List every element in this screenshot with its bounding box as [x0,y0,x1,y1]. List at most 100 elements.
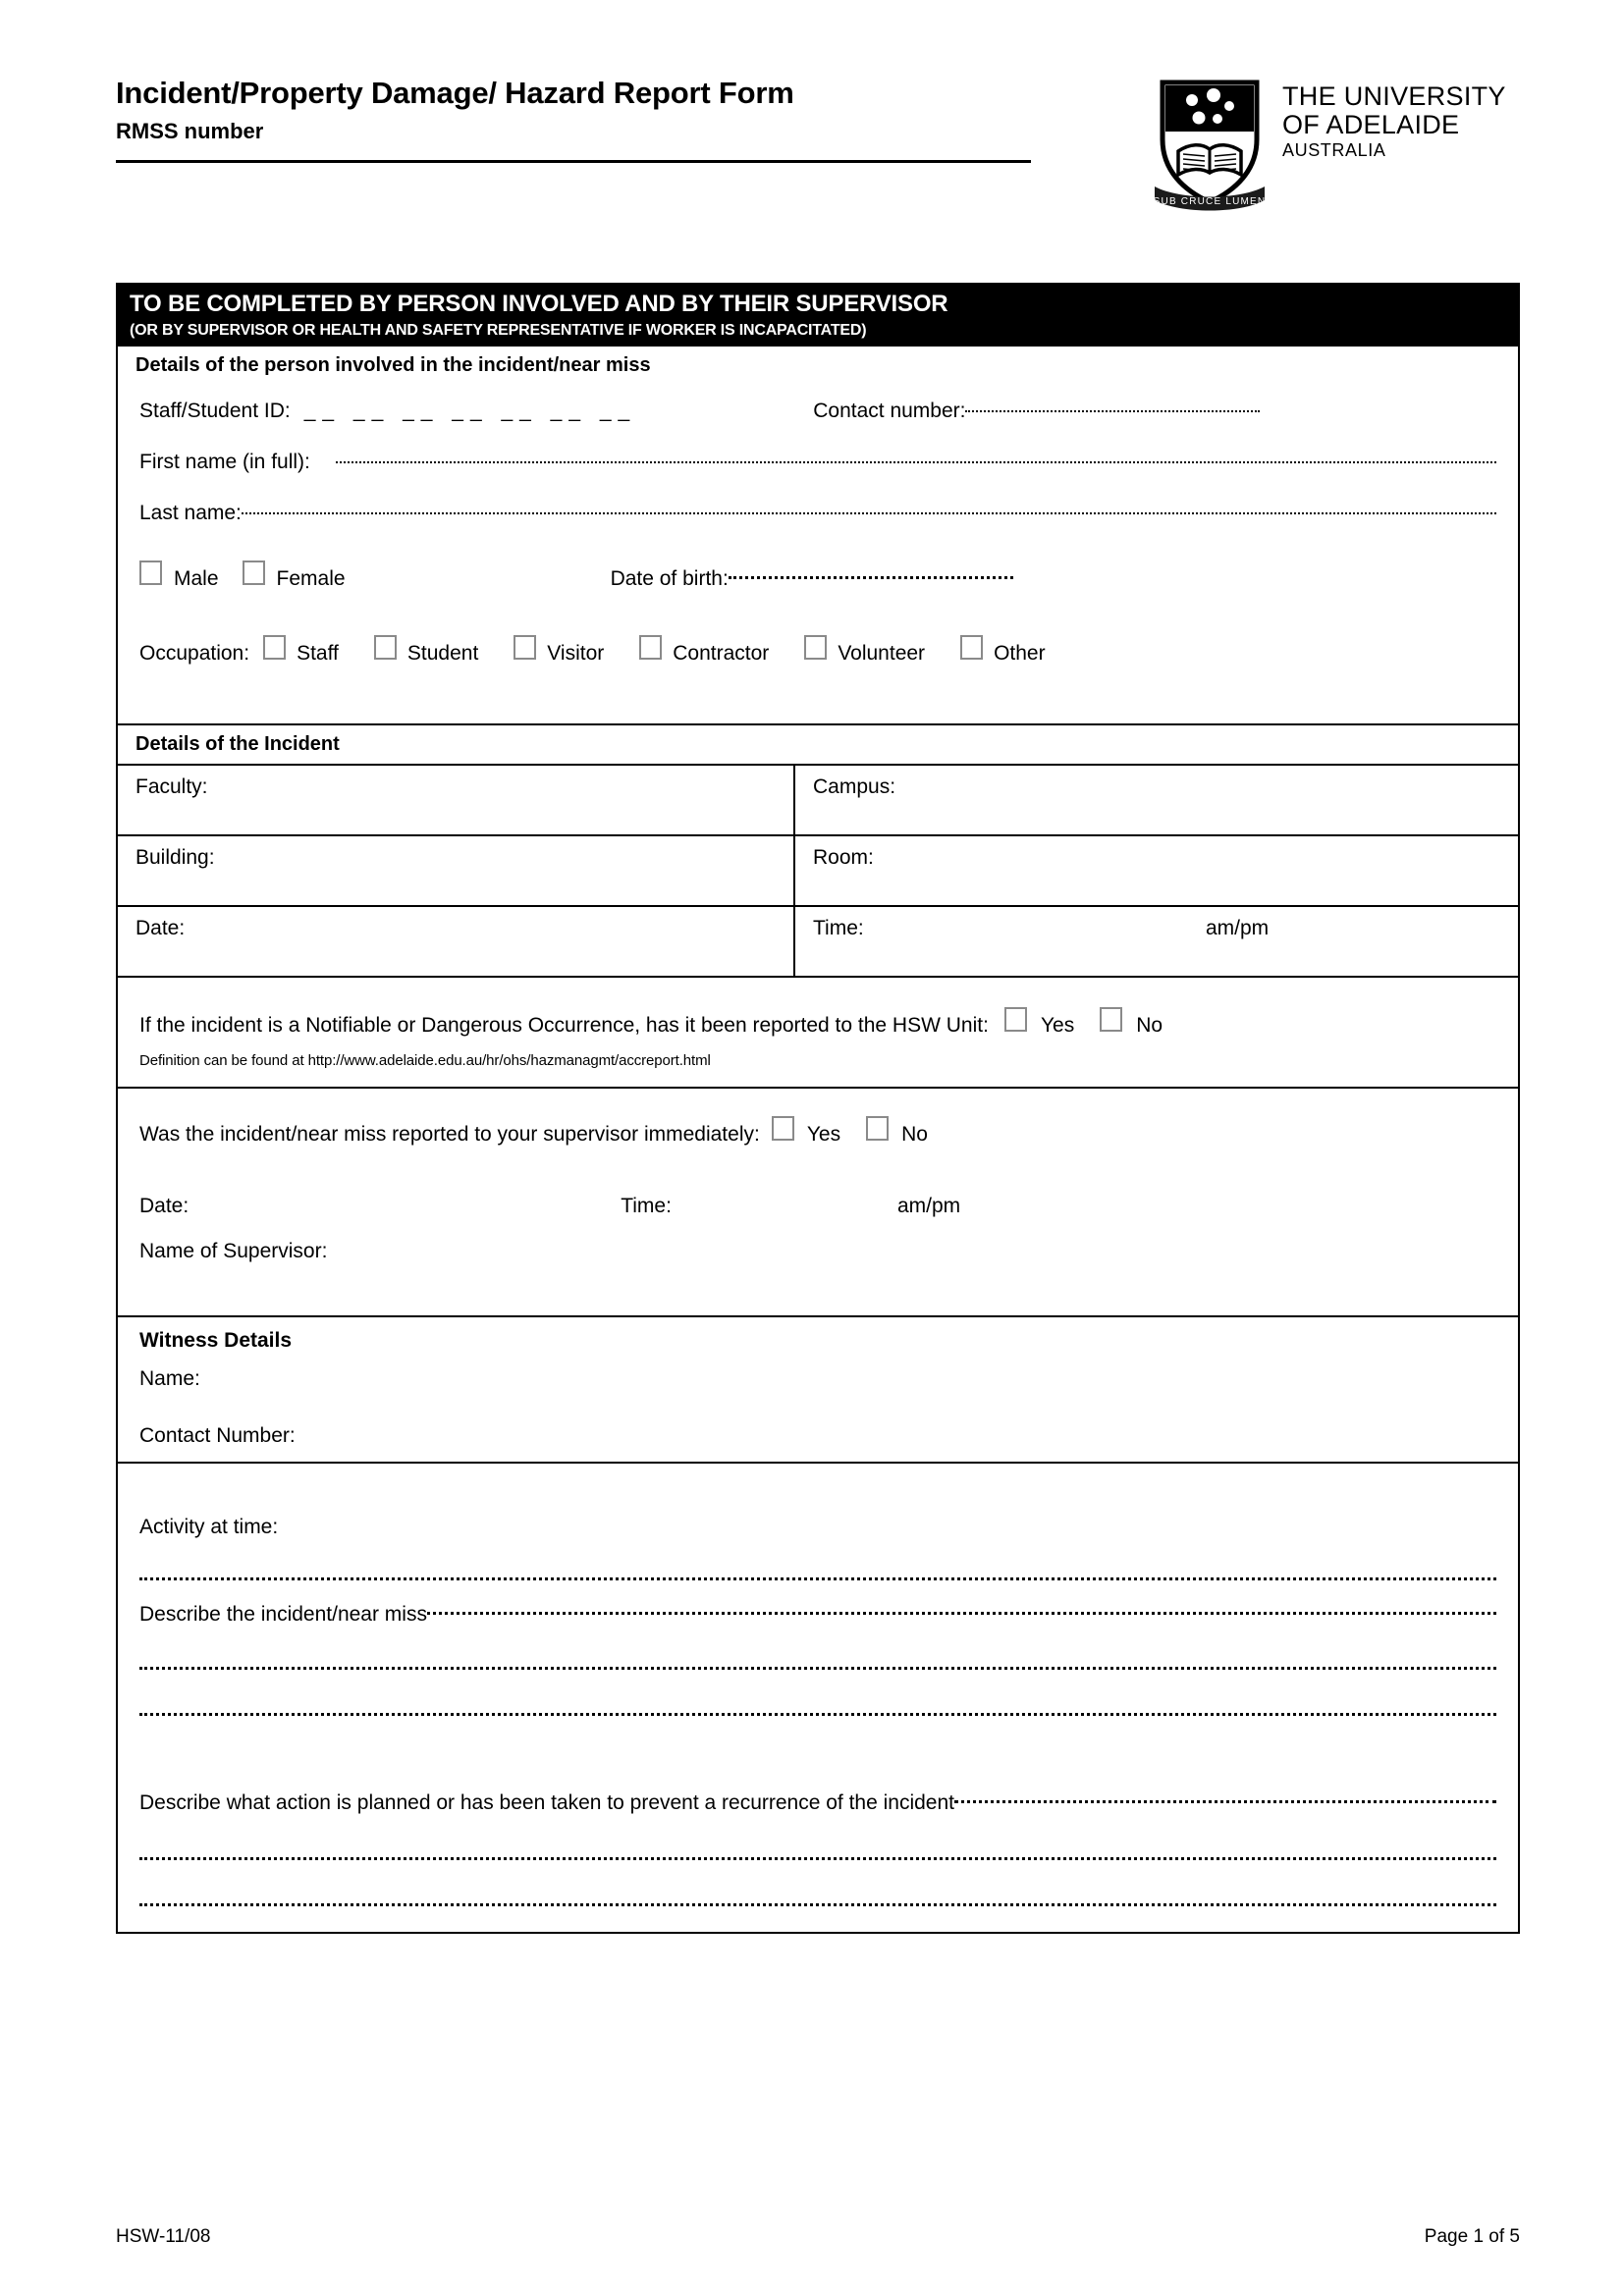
describe-incident-label: Describe the incident/near miss [139,1602,427,1626]
supervisor-name-row[interactable]: Name of Supervisor: [139,1239,1496,1264]
staff-id-row: Staff/Student ID: __ __ __ __ __ __ __ C… [139,399,1496,424]
notifiable-definition-note: Definition can be found at http://www.ad… [139,1052,711,1070]
building-cell[interactable]: Building: [118,836,795,906]
describe-incident-row: Describe the incident/near miss [139,1602,1496,1628]
faculty-label: Faculty: [135,775,208,799]
first-name-row: First name (in full): [139,450,1496,475]
witness-details-section: Witness Details Name: Contact Number: [116,1317,1520,1464]
contact-number-input[interactable] [965,409,1261,412]
describe-action-line-2[interactable] [139,1857,1496,1861]
supervisor-name-label: Name of Supervisor: [139,1239,328,1262]
last-name-input[interactable] [241,512,1496,515]
describe-action-row: Describe what action is planned or has b… [139,1790,1496,1816]
occupation-contractor-label: Contractor [673,641,770,665]
occupation-staff-label: Staff [297,641,339,665]
incident-ampm-label: am/pm [1206,917,1270,940]
describe-incident-input[interactable] [426,1611,1496,1615]
activity-input-line[interactable] [139,1576,1496,1580]
first-name-input[interactable] [335,461,1496,464]
document-page: Incident/Property Damage/ Hazard Report … [0,0,1623,2296]
rmss-underline [116,160,1031,163]
building-room-row: Building: Room: [118,834,1518,906]
campus-cell[interactable]: Campus: [795,766,1518,834]
female-label: Female [276,566,346,590]
supervisor-question-row: Was the incident/near miss reported to y… [139,1116,1496,1148]
occupation-student-checkbox[interactable] [373,634,397,660]
witness-contact-row[interactable]: Contact Number: [139,1423,1496,1449]
room-label: Room: [813,846,874,870]
incident-details-section: Details of the Incident Faculty: Campus:… [116,725,1520,979]
campus-label: Campus: [813,775,896,799]
date-of-birth-input[interactable] [728,575,1013,579]
female-checkbox[interactable] [242,560,265,585]
supervisor-yes-checkbox[interactable] [771,1116,794,1142]
activity-at-time-label: Activity at time: [139,1515,279,1538]
notifiable-no-checkbox[interactable] [1100,1007,1123,1033]
describe-incident-line-2[interactable] [139,1667,1496,1671]
report-form: TO BE COMPLETED BY PERSON INVOLVED AND B… [116,283,1520,1935]
describe-action-line-3[interactable] [139,1903,1496,1907]
incident-time-label: Time: [813,917,864,940]
university-wordmark: THE UNIVERSITY OF ADELAIDE AUSTRALIA [1282,77,1506,160]
staff-id-input[interactable]: __ __ __ __ __ __ __ [304,399,637,424]
notifiable-no-label: No [1136,1014,1163,1038]
university-logo: SUB CRUCE LUMEN THE UNIVERSITY OF ADELAI… [1151,77,1506,214]
adelaide-crest-icon: SUB CRUCE LUMEN [1151,77,1269,214]
last-name-row: Last name: [139,501,1496,526]
witness-details-heading: Witness Details [139,1329,293,1353]
faculty-cell[interactable]: Faculty: [118,766,795,835]
page-number: Page 1 of 5 [1424,2226,1520,2247]
last-name-label: Last name: [139,502,242,525]
supervisor-no-label: No [901,1123,928,1147]
faculty-campus-row: Faculty: Campus: [118,764,1518,835]
male-checkbox[interactable] [139,560,162,585]
gender-dob-row: Male Female Date of birth: [139,560,1496,592]
notifiable-question-row: If the incident is a Notifiable or Dange… [139,1007,1496,1039]
room-cell[interactable]: Room: [795,836,1518,905]
wordmark-line-2: OF ADELAIDE [1282,109,1460,139]
contact-number-label: Contact number: [813,399,966,422]
occupation-student-label: Student [406,641,479,665]
supervisor-yes-label: Yes [806,1123,841,1147]
occupation-volunteer-checkbox[interactable] [804,634,828,660]
person-details-section: Details of the person involved in the in… [116,346,1520,726]
supervisor-question-label: Was the incident/near miss reported to y… [139,1123,760,1147]
describe-action-label: Describe what action is planned or has b… [139,1791,955,1815]
occupation-visitor-label: Visitor [547,641,605,665]
incident-date-label: Date: [135,917,186,940]
banner-line-1: TO BE COMPLETED BY PERSON INVOLVED AND B… [130,291,948,317]
notifiable-yes-checkbox[interactable] [1003,1007,1027,1033]
supervisor-date-label[interactable]: Date: [139,1194,189,1219]
form-banner: TO BE COMPLETED BY PERSON INVOLVED AND B… [116,283,1520,347]
occupation-row: Occupation: Staff Student Visitor Contra… [139,634,1496,667]
incident-date-cell[interactable]: Date: [118,907,795,977]
occupation-volunteer-label: Volunteer [838,641,926,665]
witness-name-label: Name: [139,1367,200,1391]
occupation-contractor-checkbox[interactable] [639,634,663,660]
document-code: HSW-11/08 [116,2226,211,2247]
page-footer: HSW-11/08 Page 1 of 5 [116,2226,1520,2248]
incident-details-heading: Details of the Incident [135,733,340,756]
supervisor-ampm-label: am/pm [896,1194,961,1217]
first-name-label: First name (in full): [139,451,310,474]
supervisor-time-label[interactable]: Time: [621,1194,672,1219]
supervisor-date-time-row: Date: Time: am/pm [139,1194,1496,1219]
supervisor-no-checkbox[interactable] [866,1116,890,1142]
activity-row[interactable]: Activity at time: [139,1515,1496,1540]
wordmark-line-3: AUSTRALIA [1282,140,1386,161]
notifiable-question-label: If the incident is a Notifiable or Dange… [139,1014,989,1038]
occupation-visitor-checkbox[interactable] [514,634,537,660]
notifiable-yes-label: Yes [1040,1014,1075,1038]
occupation-other-checkbox[interactable] [960,634,984,660]
occupation-staff-checkbox[interactable] [263,634,287,660]
occupation-label: Occupation: [139,641,250,665]
witness-name-row[interactable]: Name: [139,1366,1496,1392]
male-label: Male [174,566,219,590]
banner-line-2: (OR BY SUPERVISOR OR HEALTH AND SAFETY R… [130,321,867,339]
occupation-other-label: Other [994,641,1046,665]
building-label: Building: [135,846,215,870]
describe-incident-line-3[interactable] [139,1713,1496,1717]
incident-time-cell[interactable]: Time: am/pm [795,907,1518,976]
staff-id-label: Staff/Student ID: [139,399,291,422]
describe-action-input[interactable] [954,1800,1496,1804]
